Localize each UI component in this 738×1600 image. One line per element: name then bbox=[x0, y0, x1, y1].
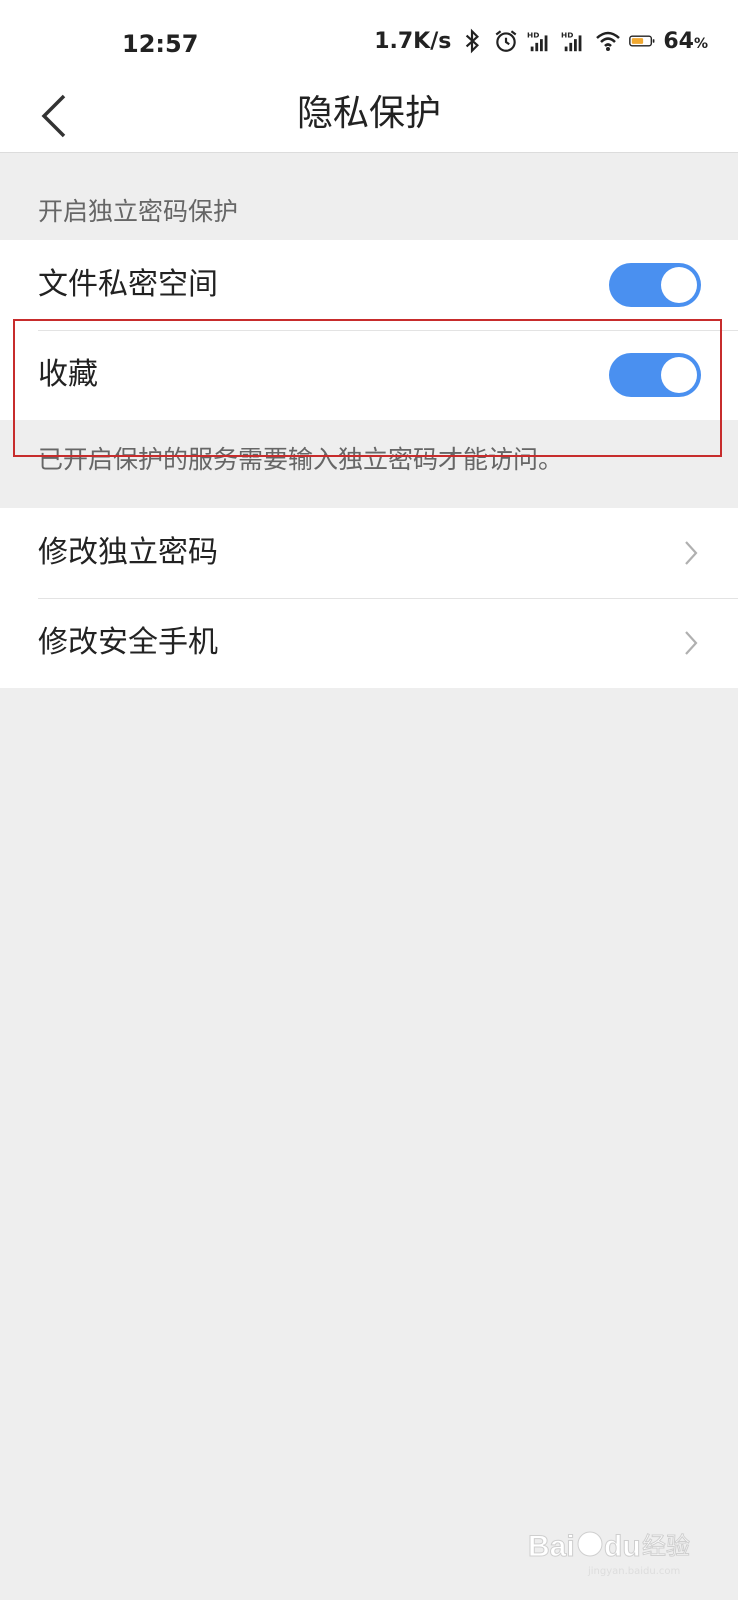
svg-text:jingyan.baidu.com: jingyan.baidu.com bbox=[587, 1566, 680, 1577]
battery-icon bbox=[629, 35, 655, 47]
signal-hd-icon: HD bbox=[527, 30, 548, 52]
svg-text:Bai: Bai bbox=[528, 1530, 575, 1563]
chevron-right-icon bbox=[685, 541, 698, 565]
alarm-icon bbox=[495, 30, 517, 52]
list-item-change-password[interactable]: 修改独立密码 bbox=[0, 508, 738, 598]
annotation-highlight-box bbox=[13, 319, 722, 457]
wifi-icon bbox=[596, 31, 621, 51]
item-label: 修改安全手机 bbox=[38, 625, 218, 660]
private-space-toggle[interactable] bbox=[609, 263, 701, 307]
chevron-right-icon bbox=[685, 631, 698, 655]
battery-percent: 64% bbox=[663, 28, 708, 54]
signal-hd-icon: HD bbox=[561, 30, 582, 52]
svg-text:经验: 经验 bbox=[642, 1532, 690, 1560]
section-label: 开启独立密码保护 bbox=[38, 197, 239, 226]
settings-list: 修改独立密码 修改安全手机 bbox=[0, 508, 738, 688]
page-title: 隐私保护 bbox=[296, 93, 441, 134]
status-bar: 12:57 1.7K/s HD HD 64% bbox=[0, 0, 738, 86]
list-item-private-space: 文件私密空间 bbox=[0, 240, 738, 330]
bluetooth-icon bbox=[466, 28, 480, 54]
item-label: 文件私密空间 bbox=[38, 267, 218, 302]
item-label: 修改独立密码 bbox=[38, 535, 218, 570]
status-time: 12:57 bbox=[122, 30, 199, 58]
toggle-knob bbox=[661, 267, 697, 303]
network-speed: 1.7K/s bbox=[374, 28, 452, 54]
svg-text:HD: HD bbox=[527, 30, 539, 39]
baidu-watermark-logo: Bai du 经验 jingyan.baidu.com bbox=[528, 1530, 691, 1578]
nav-bar: 隐私保护 bbox=[0, 86, 738, 153]
svg-text:HD: HD bbox=[561, 30, 573, 39]
list-item-change-phone[interactable]: 修改安全手机 bbox=[0, 598, 738, 688]
svg-text:du: du bbox=[604, 1530, 641, 1563]
status-icons: 1.7K/s HD HD 64% bbox=[374, 28, 708, 54]
